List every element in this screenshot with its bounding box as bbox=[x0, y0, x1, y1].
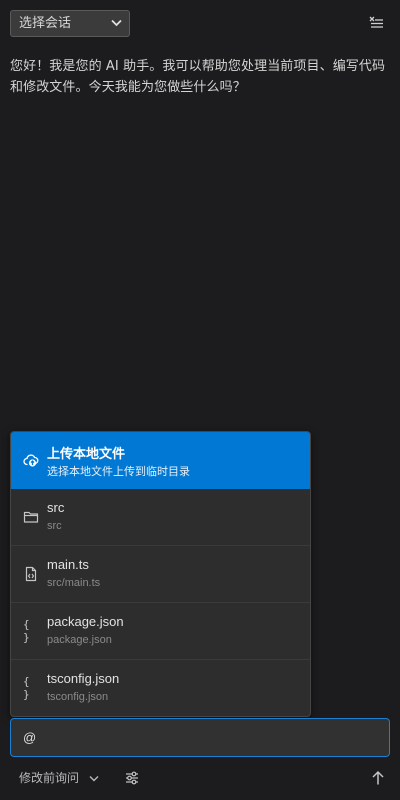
chevron-down-icon bbox=[111, 19, 122, 27]
popup-item-src[interactable]: src src bbox=[11, 489, 310, 546]
popup-item-tsconfig-json[interactable]: { } tsconfig.json tsconfig.json bbox=[11, 660, 310, 716]
clear-all-icon bbox=[369, 16, 383, 28]
chevron-down-icon bbox=[89, 775, 99, 781]
mode-select-value: 修改前询问 bbox=[19, 771, 80, 785]
popup-item-title: tsconfig.json bbox=[47, 671, 120, 686]
json-icon: { } bbox=[23, 675, 30, 701]
mode-select[interactable]: 修改前询问 bbox=[19, 769, 99, 787]
popup-item-subtitle: package.json bbox=[47, 634, 112, 646]
popup-item-subtitle: 选择本地文件上传到临时目录 bbox=[47, 466, 190, 478]
popup-item-title: src bbox=[47, 500, 65, 515]
folder-icon bbox=[23, 511, 39, 523]
chat-panel: 选择会话 您好！我是您的 AI 助手。我可以帮助您处理当前项目、编写代码和修改文… bbox=[0, 0, 400, 800]
header: 选择会话 bbox=[0, 0, 400, 44]
session-select[interactable]: 选择会话 bbox=[10, 10, 130, 37]
popup-item-title: 上传本地文件 bbox=[47, 446, 126, 461]
mention-popup: 上传本地文件 选择本地文件上传到临时目录 src src main.ts src… bbox=[10, 431, 311, 717]
file-code-icon bbox=[25, 566, 37, 582]
popup-item-subtitle: src/main.ts bbox=[47, 577, 101, 589]
assistant-message: 您好！我是您的 AI 助手。我可以帮助您处理当前项目、编写代码和修改文件。今天我… bbox=[10, 59, 386, 95]
popup-item-main-ts[interactable]: main.ts src/main.ts bbox=[11, 546, 310, 603]
popup-item-subtitle: src bbox=[47, 520, 62, 532]
arrow-up-icon bbox=[372, 770, 384, 785]
popup-item-upload-local-file[interactable]: 上传本地文件 选择本地文件上传到临时目录 bbox=[11, 432, 310, 489]
popup-item-subtitle: tsconfig.json bbox=[47, 691, 109, 703]
clear-all-button[interactable] bbox=[366, 13, 386, 33]
json-icon: { } bbox=[23, 618, 30, 644]
settings-sliders-icon bbox=[126, 771, 138, 785]
session-select-value: 选择会话 bbox=[19, 16, 72, 31]
settings-button[interactable] bbox=[123, 769, 141, 787]
popup-item-title: package.json bbox=[47, 614, 124, 629]
chat-input[interactable] bbox=[10, 718, 390, 757]
popup-item-package-json[interactable]: { } package.json package.json bbox=[11, 603, 310, 660]
popup-item-title: main.ts bbox=[47, 557, 89, 572]
cloud-upload-icon bbox=[23, 454, 39, 467]
send-button[interactable] bbox=[369, 768, 387, 788]
